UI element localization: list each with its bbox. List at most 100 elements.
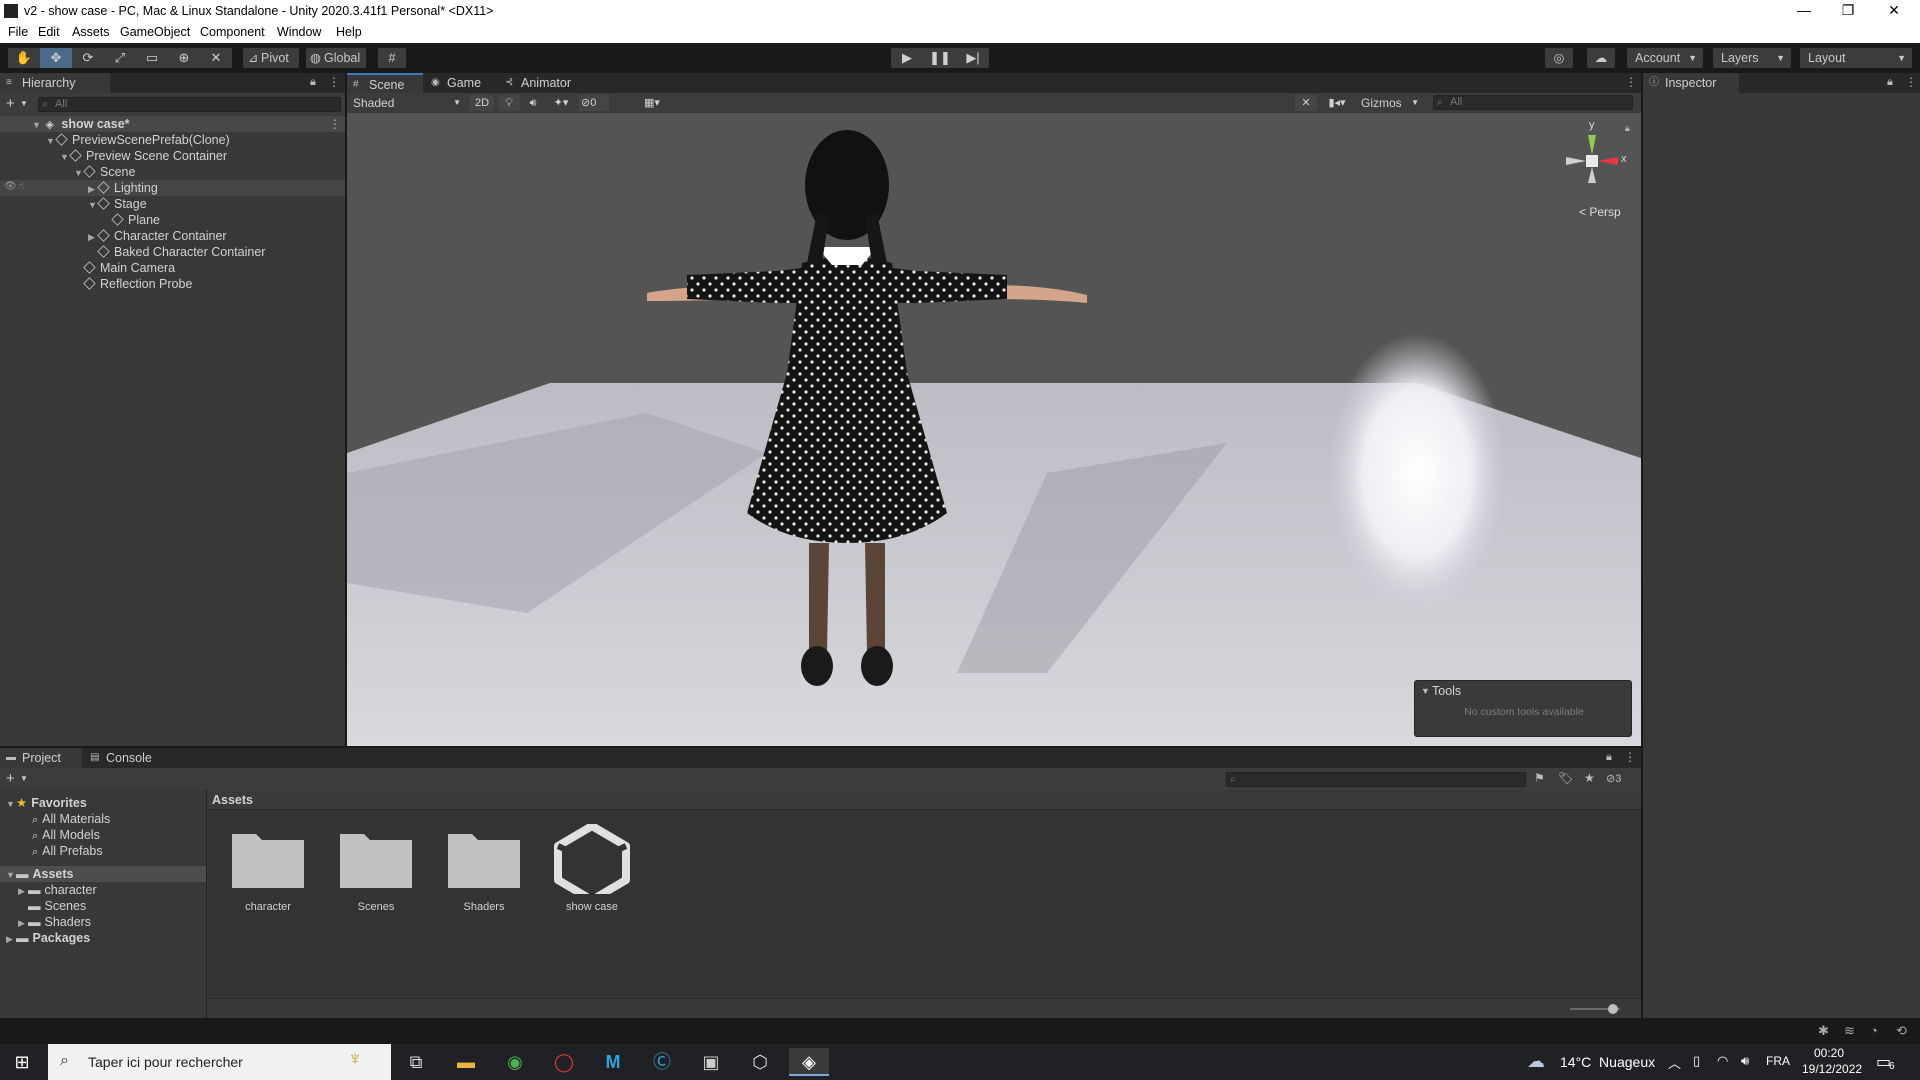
menorah-doodle-icon[interactable]: ♆: [322, 1048, 388, 1076]
list-item[interactable]: ▶ ▬ Shaders: [18, 914, 91, 930]
kebab-menu-icon[interactable]: ⋮: [1624, 750, 1636, 764]
menu-edit[interactable]: Edit: [38, 25, 60, 39]
account-dropdown[interactable]: Account ▼: [1627, 48, 1703, 68]
grid-settings-icon[interactable]: ▦▾: [637, 95, 667, 111]
list-item[interactable]: ▶ ▬ character: [18, 882, 97, 898]
list-item[interactable]: ▼ Stage: [88, 196, 147, 212]
scene-viewport[interactable]: y x 🔒︎ < Persp ▼ Tools No custom tools a…: [347, 113, 1641, 746]
grid-snap-button[interactable]: #: [378, 48, 406, 68]
hidden-objects-toggle[interactable]: ⊘0: [579, 95, 609, 111]
effects-toggle-icon[interactable]: ✦▾: [546, 95, 576, 111]
volume-icon[interactable]: 🔊︎: [1741, 1053, 1749, 1069]
auto-generate-icon[interactable]: ⟲: [1896, 1023, 1907, 1039]
kebab-menu-icon[interactable]: ⋮: [1625, 75, 1637, 89]
list-item[interactable]: Plane: [111, 212, 160, 228]
list-item[interactable]: Main Camera: [83, 260, 175, 276]
task-view-icon[interactable]: ⧉: [396, 1048, 436, 1076]
menu-assets[interactable]: Assets: [72, 25, 110, 39]
layers-dropdown[interactable]: Layers ▼: [1713, 48, 1791, 68]
custom-tool-icon[interactable]: ✕: [200, 48, 232, 68]
chevron-down-icon[interactable]: ▼: [20, 774, 28, 783]
asset-tile[interactable]: Scenes: [334, 824, 418, 924]
weather-text[interactable]: 14°C Nuageux: [1560, 1054, 1655, 1070]
step-button[interactable]: ▶|: [957, 48, 989, 68]
clip-studio-icon[interactable]: Ⓒ: [642, 1048, 682, 1076]
app-window-icon[interactable]: ▣: [691, 1048, 731, 1076]
favorite-star-icon[interactable]: ★: [1584, 771, 1595, 785]
icon-size-slider-knob[interactable]: [1607, 1004, 1618, 1014]
filter-by-type-icon[interactable]: ⚑: [1534, 771, 1545, 785]
lock-icon[interactable]: 🔒︎: [1887, 76, 1893, 89]
breadcrumb-assets[interactable]: Assets: [212, 793, 253, 807]
list-item[interactable]: ⌕ All Materials: [32, 811, 110, 827]
list-item[interactable]: Reflection Probe: [83, 276, 192, 292]
filter-by-label-icon[interactable]: 🏷︎: [1558, 771, 1573, 785]
expanded-arrow-icon[interactable]: ▼: [1421, 686, 1430, 696]
menu-gameobject[interactable]: GameObject: [120, 25, 190, 39]
lock-icon[interactable]: 🔒︎: [310, 76, 316, 89]
transform-tool-icon[interactable]: ⊕: [168, 48, 200, 68]
minimize-button[interactable]: —: [1782, 0, 1826, 22]
list-item[interactable]: ⌕ All Prefabs: [32, 843, 103, 859]
close-button[interactable]: ✕: [1872, 0, 1916, 22]
hierarchy-search-input[interactable]: ⌕ All: [38, 97, 341, 112]
asset-tile[interactable]: show case: [550, 822, 634, 924]
asset-tile[interactable]: character: [226, 824, 310, 924]
persp-label[interactable]: < Persp: [1579, 205, 1621, 219]
file-explorer-icon[interactable]: ▬: [446, 1048, 486, 1076]
tools-toggle-icon[interactable]: ✕: [1295, 95, 1317, 111]
add-icon[interactable]: +: [6, 770, 15, 787]
hand-tool-icon[interactable]: ✋: [8, 48, 40, 68]
kebab-menu-icon[interactable]: ⋮: [1905, 75, 1917, 89]
menu-window[interactable]: Window: [277, 25, 321, 39]
rect-tool-icon[interactable]: ▭: [136, 48, 168, 68]
clock-time[interactable]: 00:20: [1814, 1046, 1844, 1060]
scale-tool-icon[interactable]: ⤢: [104, 48, 136, 68]
shading-mode-dropdown[interactable]: Shaded ▼: [349, 95, 465, 111]
move-tool-icon[interactable]: ✥: [40, 48, 72, 68]
device-icon[interactable]: ▯: [1693, 1053, 1700, 1069]
menu-file[interactable]: File: [8, 25, 28, 39]
gizmos-dropdown[interactable]: Gizmos ▼: [1357, 95, 1421, 111]
restore-button[interactable]: ❐: [1826, 0, 1870, 22]
chrome-icon[interactable]: ◉: [495, 1048, 535, 1076]
menu-help[interactable]: Help: [336, 25, 362, 39]
visibility-eye-icon[interactable]: 👁︎: [4, 181, 17, 192]
pivot-toggle[interactable]: ⊿ Pivot: [243, 48, 299, 68]
chevron-down-icon[interactable]: ▼: [20, 99, 28, 108]
packages-folder[interactable]: ▶ ▬ Packages: [6, 930, 90, 946]
pause-button[interactable]: ❚❚: [924, 48, 956, 68]
list-item[interactable]: ▼ Preview Scene Container: [60, 148, 227, 164]
chevron-up-icon[interactable]: ︿: [1668, 1053, 1681, 1072]
hidden-packages-toggle[interactable]: ⊘3: [1606, 772, 1621, 785]
language-indicator[interactable]: FRA: [1766, 1054, 1790, 1068]
global-toggle[interactable]: ◍ Global: [306, 48, 366, 68]
list-item[interactable]: ▼ Scene: [74, 164, 135, 180]
cloud-button[interactable]: ☁: [1587, 48, 1615, 68]
audio-toggle-icon[interactable]: 🔊︎: [522, 95, 544, 111]
tab-animator[interactable]: ⊰ Animator: [499, 73, 591, 93]
camera-settings-icon[interactable]: ▮◂▾: [1323, 95, 1351, 111]
scene-search-input[interactable]: ⌕ All: [1433, 95, 1633, 110]
unity-hub-icon[interactable]: ⬡: [740, 1048, 780, 1076]
assets-folder[interactable]: ▼▬ Assets: [6, 866, 74, 882]
opera-icon[interactable]: ◯: [544, 1048, 584, 1076]
tab-inspector[interactable]: ⓘ Inspector: [1643, 73, 1739, 93]
cache-icon[interactable]: ≋: [1844, 1023, 1855, 1039]
maya-icon[interactable]: M: [593, 1048, 633, 1076]
pickability-hand-icon[interactable]: ☝: [18, 181, 24, 192]
rotate-tool-icon[interactable]: ⟳: [72, 48, 104, 68]
list-item[interactable]: ▶ Character Container: [88, 228, 227, 244]
lighting-progress-icon[interactable]: ◔: [1870, 1023, 1878, 1038]
tab-project[interactable]: ▬ Project: [0, 748, 82, 768]
favorites-folder[interactable]: ▼★ Favorites: [6, 795, 87, 811]
unity-editor-taskbar-icon[interactable]: ◈: [789, 1048, 829, 1076]
kebab-menu-icon[interactable]: ⋮: [329, 117, 341, 131]
taskbar-search-box[interactable]: ⌕ Taper ici pour rechercher ♆: [48, 1044, 391, 1080]
collab-button[interactable]: ◎: [1545, 48, 1573, 68]
tab-hierarchy[interactable]: ≡ Hierarchy: [0, 73, 110, 93]
windows-start-icon[interactable]: ⊞: [2, 1048, 42, 1076]
gizmo-lock-icon[interactable]: 🔒︎: [1625, 123, 1630, 134]
list-item[interactable]: ▶ Lighting: [88, 180, 158, 196]
play-button[interactable]: ▶: [891, 48, 923, 68]
